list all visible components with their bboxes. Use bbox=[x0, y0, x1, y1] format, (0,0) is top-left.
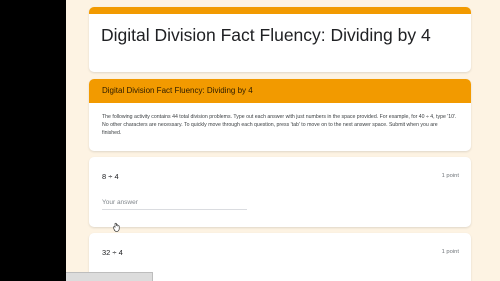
question-card: 8 ÷ 4 1 point bbox=[89, 157, 471, 227]
question-text: 8 ÷ 4 bbox=[102, 172, 119, 181]
form-title-card: Digital Division Fact Fluency: Dividing … bbox=[89, 7, 471, 72]
answer-input[interactable] bbox=[102, 196, 247, 210]
section-header: Digital Division Fact Fluency: Dividing … bbox=[89, 79, 471, 103]
question-points: 1 point bbox=[441, 249, 459, 255]
mouse-cursor-icon bbox=[113, 222, 120, 232]
taskbar bbox=[66, 272, 153, 281]
form-page: Digital Division Fact Fluency: Dividing … bbox=[66, 0, 500, 281]
question-text: 32 ÷ 4 bbox=[102, 248, 123, 257]
form-title: Digital Division Fact Fluency: Dividing … bbox=[101, 25, 431, 45]
section-description: The following activity contains 44 total… bbox=[102, 114, 457, 136]
section-card: Digital Division Fact Fluency: Dividing … bbox=[89, 79, 471, 151]
question-points: 1 point bbox=[441, 173, 459, 179]
